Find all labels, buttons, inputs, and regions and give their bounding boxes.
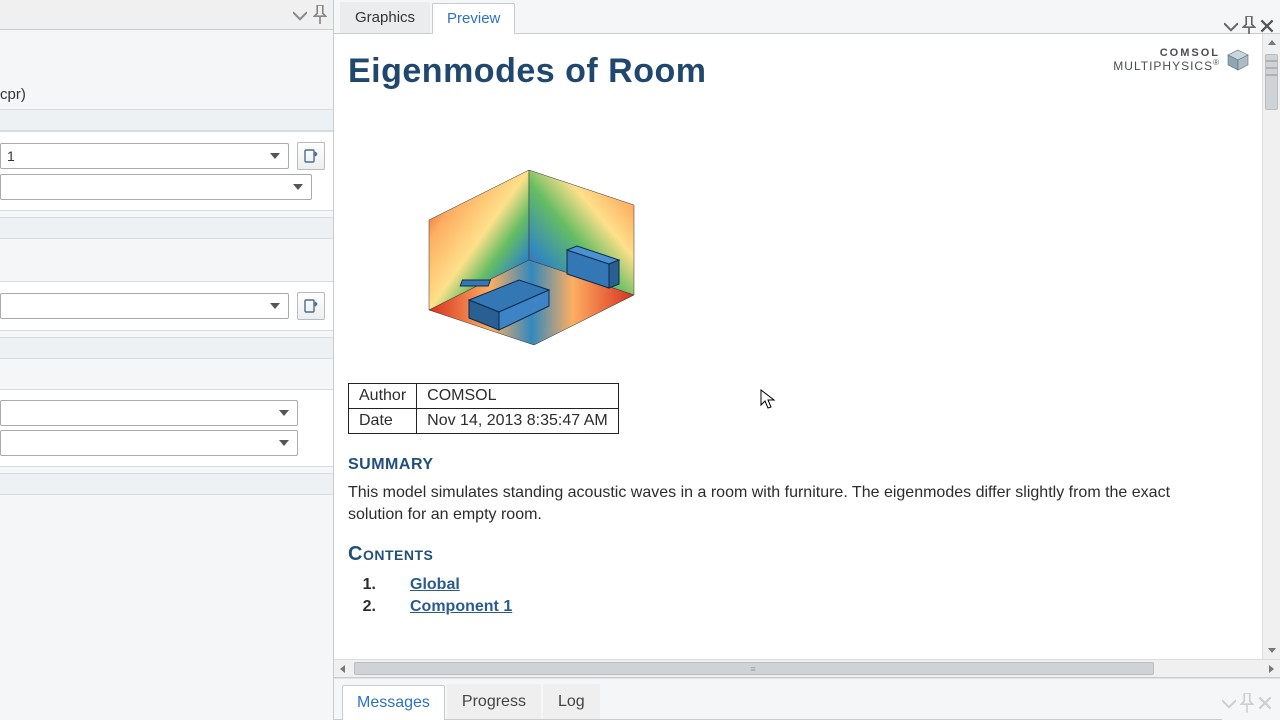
combo-field-4[interactable] bbox=[0, 400, 298, 426]
combo-field-3[interactable] bbox=[0, 293, 289, 319]
date-label: Date bbox=[349, 409, 417, 434]
chevron-down-icon bbox=[289, 176, 307, 198]
tab-preview[interactable]: Preview bbox=[432, 3, 515, 34]
left-panel-body: cpr) 1 bbox=[0, 30, 333, 720]
toc-link-component[interactable]: Component 1 bbox=[410, 598, 512, 616]
combo-field-5[interactable] bbox=[0, 430, 298, 456]
left-section-header-1[interactable] bbox=[0, 109, 333, 131]
left-section-1: 1 bbox=[0, 131, 333, 211]
cursor-icon bbox=[760, 389, 776, 411]
vertical-scrollbar[interactable] bbox=[1262, 34, 1280, 659]
app-root: cpr) 1 bbox=[0, 0, 1280, 720]
tab-log[interactable]: Log bbox=[543, 684, 600, 719]
table-row: Date Nov 14, 2013 8:35:47 AM bbox=[349, 409, 619, 434]
scroll-grip-icon bbox=[1266, 60, 1278, 76]
scroll-right-icon[interactable] bbox=[1262, 660, 1280, 677]
scroll-down-icon[interactable] bbox=[1263, 641, 1280, 659]
metadata-table: Author COMSOL Date Nov 14, 2013 8:35:47 … bbox=[348, 383, 619, 434]
logo-line1: COMSOL bbox=[1113, 48, 1220, 59]
toc-item: 2. Component 1 bbox=[348, 598, 1242, 616]
left-section-2 bbox=[0, 281, 333, 331]
toc-number: 2. bbox=[348, 598, 376, 616]
model-thumbnail bbox=[384, 115, 674, 365]
chevron-down-icon bbox=[275, 402, 293, 424]
toc-item: 1. Global bbox=[348, 576, 1242, 594]
summary-heading: SUMMARY bbox=[348, 456, 1242, 474]
graphics-panel: Graphics Preview COMSOL MULTIPHYSICS® bbox=[334, 0, 1280, 678]
pin-icon[interactable] bbox=[1242, 19, 1256, 33]
toc-number: 1. bbox=[348, 576, 376, 594]
toc-link-global[interactable]: Global bbox=[410, 576, 460, 594]
tab-messages[interactable]: Messages bbox=[342, 685, 445, 720]
logo-line2: MULTIPHYSICS® bbox=[1113, 59, 1220, 72]
goto-button-1[interactable] bbox=[297, 142, 325, 170]
pin-panel-icon[interactable] bbox=[313, 8, 327, 22]
author-label: Author bbox=[349, 384, 417, 409]
panel-menu-icon[interactable] bbox=[1222, 696, 1236, 710]
goto-button-2[interactable] bbox=[297, 292, 325, 320]
hscroll-track[interactable]: ≡ bbox=[352, 660, 1262, 677]
combo-field-1-value: 1 bbox=[7, 148, 15, 164]
left-section-header-4[interactable] bbox=[0, 473, 333, 495]
horizontal-scrollbar[interactable]: ≡ bbox=[334, 659, 1280, 677]
minimize-panel-icon[interactable] bbox=[293, 8, 307, 22]
table-of-contents: 1. Global 2. Component 1 bbox=[348, 576, 1242, 616]
close-icon[interactable] bbox=[1260, 19, 1274, 33]
hscroll-thumb[interactable]: ≡ bbox=[354, 662, 1154, 675]
chevron-down-icon bbox=[275, 432, 293, 454]
close-icon[interactable] bbox=[1258, 696, 1272, 710]
date-value: Nov 14, 2013 8:35:47 AM bbox=[417, 409, 619, 434]
graphics-tabbar: Graphics Preview bbox=[334, 0, 1280, 34]
tab-graphics[interactable]: Graphics bbox=[340, 2, 430, 33]
bottom-dock: Messages Progress Log bbox=[334, 678, 1280, 720]
author-value: COMSOL bbox=[417, 384, 619, 409]
preview-document: COMSOL MULTIPHYSICS® Eigenmodes of Room bbox=[334, 34, 1262, 659]
chevron-down-icon bbox=[266, 295, 284, 317]
tab-progress[interactable]: Progress bbox=[447, 684, 541, 719]
cube-icon bbox=[1226, 48, 1250, 72]
panel-menu-icon[interactable] bbox=[1224, 19, 1238, 33]
pin-icon[interactable] bbox=[1240, 696, 1254, 710]
right-panel: Graphics Preview COMSOL MULTIPHYSICS® bbox=[334, 0, 1280, 720]
bottom-tabbar: Messages Progress Log bbox=[334, 679, 1222, 720]
left-section-header-3[interactable] bbox=[0, 337, 333, 359]
combo-field-2[interactable] bbox=[0, 174, 312, 200]
chevron-down-icon bbox=[266, 145, 284, 167]
preview-viewport: COMSOL MULTIPHYSICS® Eigenmodes of Room bbox=[334, 34, 1280, 659]
combo-field-1[interactable]: 1 bbox=[0, 143, 289, 169]
left-panel-header bbox=[0, 0, 333, 30]
brand-logo: COMSOL MULTIPHYSICS® bbox=[1113, 48, 1250, 72]
left-section-header-2[interactable] bbox=[0, 217, 333, 239]
scroll-up-icon[interactable] bbox=[1263, 34, 1280, 52]
left-panel: cpr) 1 bbox=[0, 0, 334, 720]
left-hint-text: cpr) bbox=[0, 30, 333, 109]
scroll-left-icon[interactable] bbox=[334, 660, 352, 677]
document-title: Eigenmodes of Room bbox=[348, 52, 1242, 91]
left-section-3 bbox=[0, 389, 333, 467]
contents-heading: Contents bbox=[348, 543, 1242, 566]
table-row: Author COMSOL bbox=[349, 384, 619, 409]
summary-text: This model simulates standing acoustic w… bbox=[348, 482, 1228, 525]
